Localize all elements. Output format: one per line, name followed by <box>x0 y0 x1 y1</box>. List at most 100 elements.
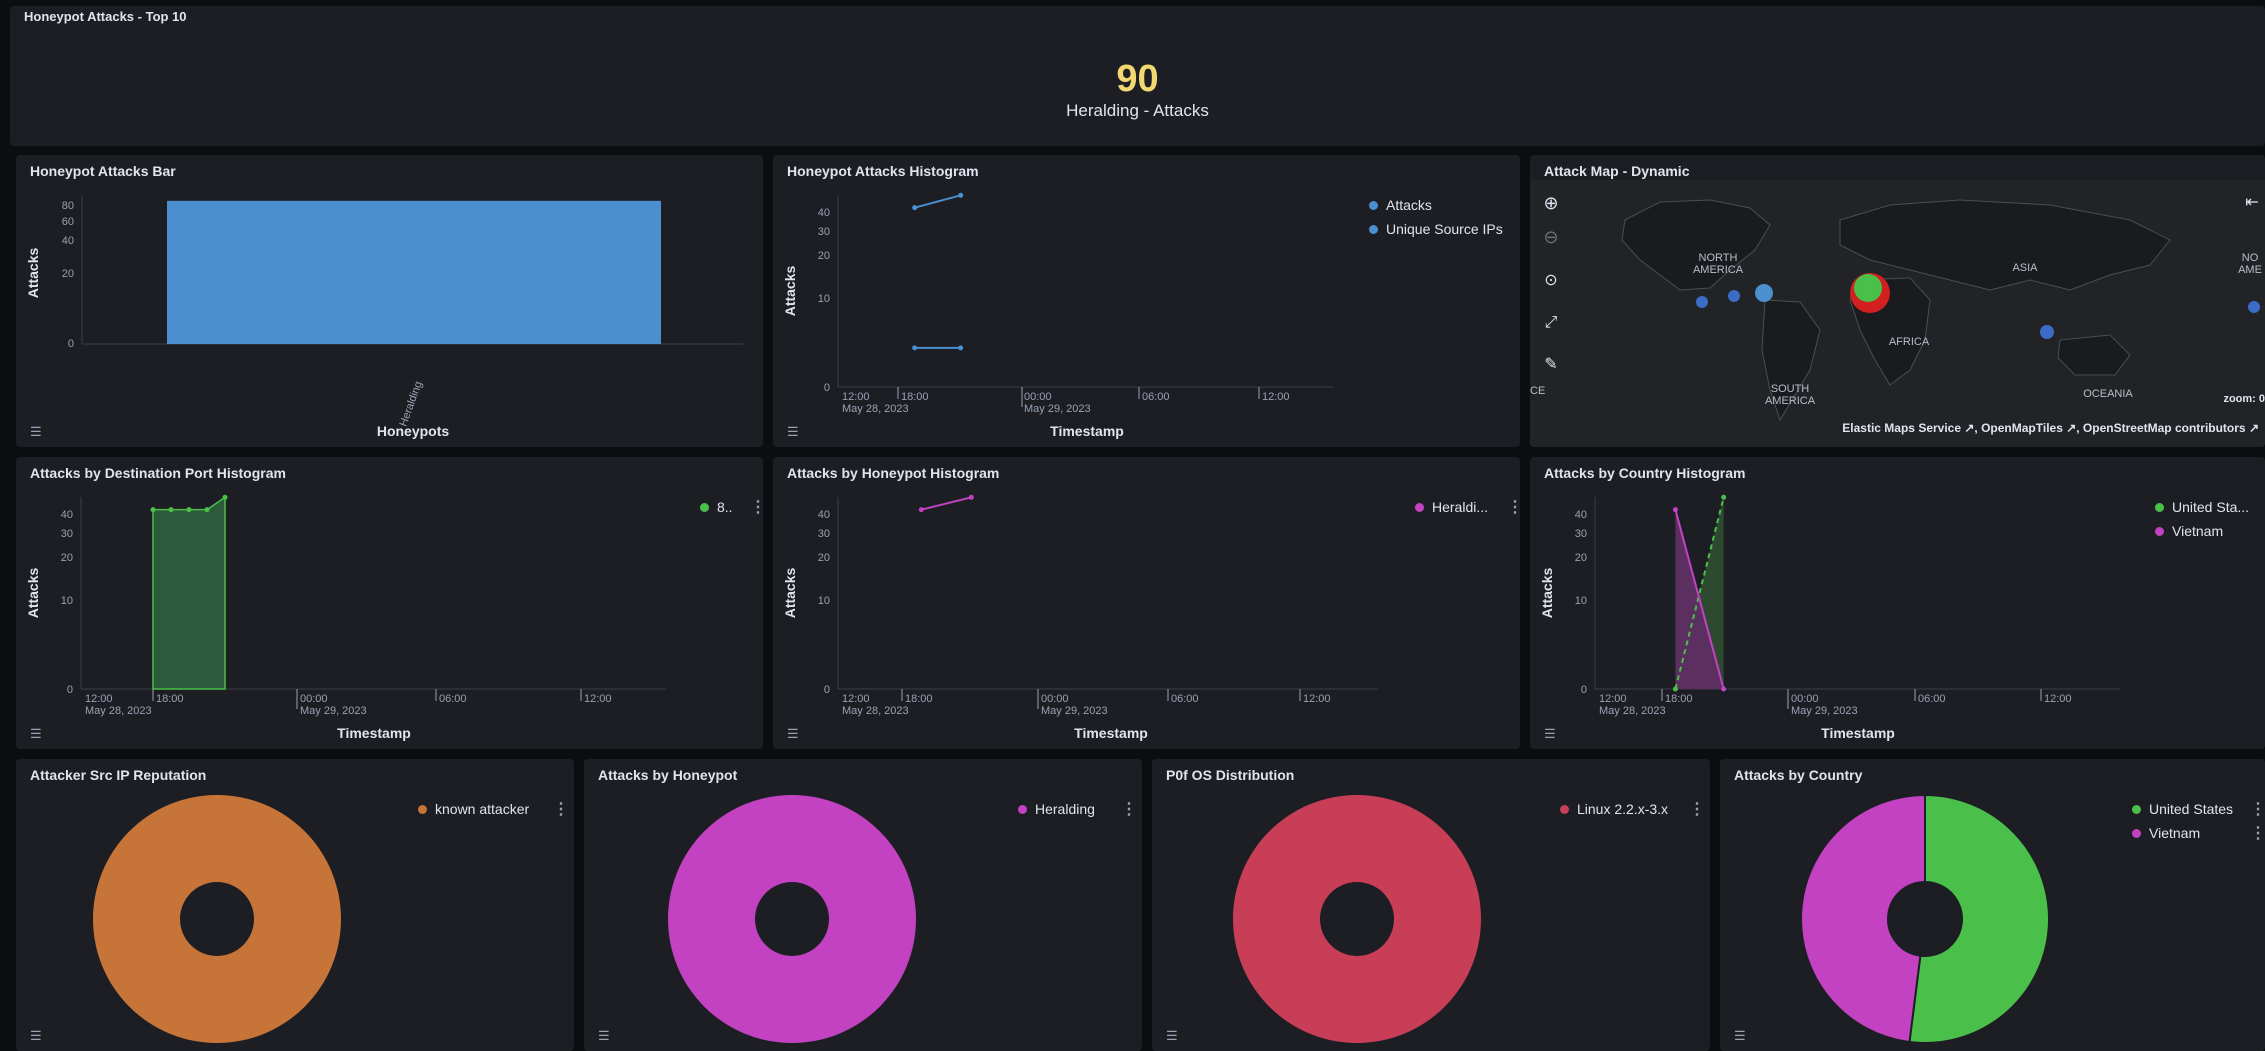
legend-label: United Sta... <box>2172 499 2250 515</box>
histogram-panel: Honeypot Attacks Histogram Attacks 40 30… <box>773 155 1520 447</box>
y-tick: 30 <box>1575 528 1587 540</box>
legend-options-icon[interactable]: ⋮ <box>750 497 763 517</box>
x-axis-title: Timestamp <box>337 725 411 741</box>
y-tick: 10 <box>1575 595 1587 607</box>
fullscreen-icon[interactable]: ⤢ <box>1538 310 1564 336</box>
y-tick: 0 <box>824 382 830 394</box>
legend: Heralding <box>1018 797 1095 821</box>
data-point-port[interactable] <box>186 507 192 513</box>
legend-options-icon[interactable]: ⋮ <box>1689 799 1705 819</box>
legend-toggle-icon[interactable]: ☰ <box>1166 1029 1182 1043</box>
x-date: May 29, 2023 <box>300 705 367 717</box>
attack-point[interactable] <box>2248 301 2260 313</box>
attack-point-united-states-region[interactable] <box>1854 274 1882 302</box>
attack-point[interactable] <box>1728 290 1740 302</box>
legend-item-vietnam[interactable]: Vietnam <box>2155 519 2249 543</box>
x-tick: 12:00 <box>842 693 870 705</box>
x-tick: 12:00 <box>2044 693 2072 705</box>
x-date: May 29, 2023 <box>1024 403 1091 415</box>
data-point-united-states[interactable] <box>1721 494 1727 500</box>
x-tick: 06:00 <box>1171 693 1199 705</box>
legend-toggle-icon[interactable]: ☰ <box>787 727 803 741</box>
port-histogram-panel: Attacks by Destination Port Histogram At… <box>16 457 763 749</box>
legend-dot <box>700 502 709 512</box>
data-point-port[interactable] <box>222 494 228 500</box>
legend-item-linux[interactable]: Linux 2.2.x-3.x <box>1560 797 1668 821</box>
y-tick: 20 <box>818 552 830 564</box>
legend-item-known-attacker[interactable]: known attacker <box>418 797 529 821</box>
x-tick: 06:00 <box>1918 693 1946 705</box>
legend: United States Vietnam <box>2132 797 2233 845</box>
country-histogram-panel: Attacks by Country Histogram Attacks 40 … <box>1530 457 2265 749</box>
attack-point[interactable] <box>2040 325 2054 339</box>
legend-item-heralding[interactable]: Heralding <box>1018 797 1095 821</box>
bar-heralding[interactable] <box>167 200 661 344</box>
y-tick: 10 <box>818 293 830 305</box>
metric-label: Heralding - Attacks <box>1066 101 1209 120</box>
legend-options-icon[interactable]: ⋮ <box>2250 799 2265 819</box>
series-line-heralding[interactable] <box>921 496 972 511</box>
series-area-port[interactable] <box>152 495 226 690</box>
legend-item-port[interactable]: 8.. <box>700 495 733 519</box>
legend-toggle-icon[interactable]: ☰ <box>30 1029 46 1043</box>
bar-chart: Attacks 80 60 40 20 0 Heralding Honeypot… <box>25 195 743 439</box>
data-point-port[interactable] <box>204 507 210 513</box>
x-tick: 06:00 <box>1142 391 1170 403</box>
attack-point[interactable] <box>1755 284 1773 302</box>
legend: known attacker <box>418 797 529 821</box>
y-tick: 30 <box>61 528 73 540</box>
y-tick: 0 <box>68 338 74 350</box>
legend-options-icon[interactable]: ⋮ <box>553 799 569 819</box>
legend-label: Attacks <box>1386 197 1432 213</box>
legend-toggle-icon[interactable]: ☰ <box>787 425 803 439</box>
legend-toggle-icon[interactable]: ☰ <box>1734 1029 1750 1043</box>
slice-known-attacker[interactable] <box>92 794 342 1044</box>
data-point-heralding[interactable] <box>918 507 924 513</box>
legend-toggle-icon[interactable]: ☰ <box>1544 727 1560 741</box>
legend-options-icon[interactable]: ⋮ <box>1507 497 1520 517</box>
data-point-attacks[interactable] <box>958 192 964 198</box>
data-point-port[interactable] <box>168 507 174 513</box>
legend-label: United States <box>2149 801 2234 817</box>
legend-options-icon[interactable]: ⋮ <box>2250 823 2265 843</box>
data-point-unique-source-ips[interactable] <box>958 345 964 351</box>
x-tick: 18:00 <box>156 693 184 705</box>
map-attribution[interactable]: Elastic Maps Service ↗, OpenMapTiles ↗, … <box>1842 421 2259 435</box>
x-axis-title: Timestamp <box>1050 423 1124 439</box>
legend-item-united-states[interactable]: United Sta... <box>2155 495 2249 519</box>
legend-label: 8.. <box>717 499 733 515</box>
legend: Heraldi... <box>1415 495 1488 519</box>
legend-item-united-states[interactable]: United States <box>2132 797 2233 821</box>
slice-vietnam[interactable] <box>1800 793 1926 1044</box>
series-line-attacks[interactable] <box>914 194 961 209</box>
legend-toggle-icon[interactable]: ☰ <box>598 1029 614 1043</box>
legend-item-vietnam[interactable]: Vietnam <box>2132 821 2233 845</box>
locate-icon[interactable]: ⊙ <box>1538 268 1564 294</box>
zoom-in-button[interactable]: ⊕ <box>1538 190 1564 216</box>
legend: 8.. <box>700 495 733 519</box>
legend-toggle-icon[interactable]: ☰ <box>30 727 46 741</box>
legend-item-attacks[interactable]: Attacks <box>1369 193 1503 217</box>
legend-dot <box>1369 200 1378 210</box>
legend-label: known attacker <box>435 801 530 817</box>
data-point-united-states[interactable] <box>1672 686 1678 692</box>
label-africa: AFRICA <box>1888 336 1930 348</box>
data-point-unique-source-ips[interactable] <box>912 345 918 351</box>
legend-item-unique-source-ips[interactable]: Unique Source IPs <box>1369 217 1503 241</box>
data-point-attacks[interactable] <box>912 205 918 211</box>
layers-collapse-icon[interactable]: ⇤ <box>2239 190 2265 216</box>
data-point-vietnam[interactable] <box>1672 507 1678 513</box>
slice-linux-2-2-x-3-x[interactable] <box>1233 794 1481 1044</box>
legend-options-icon[interactable]: ⋮ <box>1121 799 1137 819</box>
slice-heralding[interactable] <box>668 794 916 1044</box>
data-point-port[interactable] <box>150 507 156 513</box>
draw-tool-icon[interactable]: ✎ <box>1538 352 1564 378</box>
data-point-vietnam[interactable] <box>1721 686 1727 692</box>
attack-point[interactable] <box>1696 296 1708 308</box>
zoom-out-button[interactable]: ⊖ <box>1538 224 1564 250</box>
data-point-heralding[interactable] <box>968 494 974 500</box>
legend-toggle-icon[interactable]: ☰ <box>30 425 46 439</box>
slice-united-states[interactable] <box>1908 793 2050 1044</box>
legend-item-heralding[interactable]: Heraldi... <box>1415 495 1488 519</box>
map-canvas[interactable]: NORTH AMERICA SOUTH AMERICA ASIA AFRICA … <box>1530 180 2265 447</box>
